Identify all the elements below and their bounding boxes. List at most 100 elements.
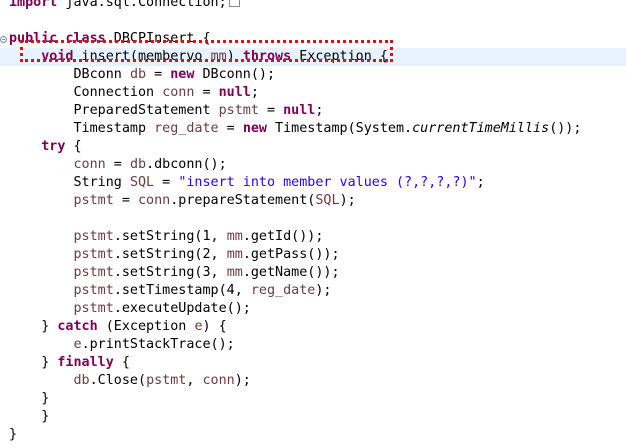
- code-variable: mm: [226, 229, 243, 244]
- code-line[interactable]: pstmt.setString(3, mm.getName());: [9, 264, 626, 282]
- code-token: (Exception: [97, 319, 195, 334]
- code-line[interactable]: try {: [9, 138, 626, 156]
- code-token: =: [105, 157, 130, 172]
- code-line[interactable]: public class DBCPInsert {: [9, 30, 626, 48]
- code-line[interactable]: DBconn db = new DBconn();: [9, 66, 626, 84]
- code-token: {: [65, 139, 82, 154]
- code-token: .setTimestamp(4,: [113, 283, 251, 298]
- code-token: .dbconn();: [146, 157, 227, 172]
- code-keyword: class: [65, 31, 106, 46]
- code-token: );: [339, 193, 356, 208]
- code-line[interactable]: Timestamp reg_date = new Timestamp(Syste…: [9, 120, 626, 138]
- code-line[interactable]: void insert(membervo mm) throws Exceptio…: [0, 48, 626, 66]
- code-token: ());: [549, 121, 582, 136]
- code-token: DBCPInsert {: [105, 31, 211, 46]
- code-token: DBconn: [9, 67, 130, 82]
- code-line[interactable]: }: [9, 390, 626, 408]
- code-string: "insert into member values (?,?,?,?)": [178, 175, 477, 190]
- code-line[interactable]: Connection conn = null;: [9, 84, 626, 102]
- code-variable: pstmt: [73, 283, 114, 298]
- code-editor[interactable]: import java.sql.Connection; public class …: [0, 0, 626, 444]
- code-token: .getId());: [242, 229, 324, 244]
- code-token: .setString(3,: [113, 265, 227, 280]
- code-variable: pstmt: [73, 193, 114, 208]
- code-token: ) {: [202, 319, 227, 334]
- code-token: }: [9, 391, 50, 406]
- code-token: ): [226, 49, 243, 64]
- code-token: DBconn();: [194, 67, 276, 82]
- code-line[interactable]: pstmt.setTimestamp(4, reg_date);: [9, 282, 626, 300]
- code-token: );: [315, 283, 332, 298]
- code-token: PreparedStatement: [9, 103, 219, 118]
- code-keyword: throws: [242, 49, 292, 64]
- code-token: ;: [315, 103, 324, 118]
- code-token: =: [194, 85, 219, 100]
- code-token: ,: [186, 373, 203, 388]
- code-line[interactable]: pstmt.setString(1, mm.getId());: [9, 228, 626, 246]
- fold-collapse-icon[interactable]: [0, 36, 7, 43]
- code-variable: mm: [226, 247, 243, 262]
- code-token: }: [9, 427, 18, 442]
- code-variable: mm: [210, 49, 227, 64]
- code-line[interactable]: String SQL = "insert into member values …: [9, 174, 626, 192]
- code-line[interactable]: e.printStackTrace();: [9, 336, 626, 354]
- code-keyword: try: [41, 139, 66, 154]
- code-token: .printStackTrace();: [81, 337, 235, 352]
- code-keyword: null: [283, 103, 316, 118]
- code-variable: pstmt: [73, 247, 114, 262]
- code-line[interactable]: pstmt = conn.prepareStatement(SQL);: [9, 192, 626, 210]
- code-token: =: [258, 103, 284, 118]
- code-line[interactable]: pstmt.setString(2, mm.getPass());: [9, 246, 626, 264]
- code-token: =: [218, 121, 243, 136]
- code-variable: db: [73, 373, 90, 388]
- code-variable: reg_date: [154, 121, 219, 136]
- code-line[interactable]: } catch (Exception e) {: [9, 318, 626, 336]
- code-token: }: [9, 355, 58, 370]
- editor-gutter: [0, 0, 6, 448]
- code-token: .executeUpdate();: [113, 301, 251, 316]
- import-fold-icon[interactable]: [228, 0, 240, 7]
- code-token: ;: [476, 175, 485, 190]
- code-variable: conn: [73, 157, 106, 172]
- code-line[interactable]: db.Close(pstmt, conn);: [9, 372, 626, 390]
- code-token: insert(membervo: [73, 49, 211, 64]
- code-line[interactable]: PreparedStatement pstmt = null;: [9, 102, 626, 120]
- code-line[interactable]: }: [9, 408, 626, 426]
- code-line[interactable]: import java.sql.Connection;: [9, 0, 626, 12]
- code-variable: mm: [226, 265, 243, 280]
- code-line[interactable]: pstmt.executeUpdate();: [9, 300, 626, 318]
- code-token: Connection: [9, 85, 163, 100]
- code-keyword: import: [9, 0, 58, 10]
- code-token: ;: [250, 85, 259, 100]
- code-variable: conn: [138, 193, 171, 208]
- code-line[interactable]: [9, 12, 626, 30]
- code-token: Timestamp(System.: [267, 121, 413, 136]
- code-line[interactable]: } finally {: [9, 354, 626, 372]
- code-variable: pstmt: [73, 301, 114, 316]
- code-variable: db: [129, 157, 147, 172]
- code-token: String: [9, 175, 130, 190]
- code-line[interactable]: [9, 210, 626, 228]
- code-token: =: [146, 67, 171, 82]
- code-token: =: [154, 175, 179, 190]
- code-line[interactable]: }: [9, 426, 626, 444]
- code-token: .setString(1,: [113, 229, 227, 244]
- code-variable: SQL: [315, 193, 340, 208]
- code-keyword: public: [9, 31, 58, 46]
- code-token: Timestamp: [9, 121, 155, 136]
- code-keyword: void: [41, 49, 74, 64]
- code-token: .setString(2,: [113, 247, 227, 262]
- code-token: .prepareStatement(: [170, 193, 316, 208]
- code-line[interactable]: conn = db.dbconn();: [9, 156, 626, 174]
- code-token: );: [234, 373, 251, 388]
- code-keyword: finally: [57, 355, 114, 370]
